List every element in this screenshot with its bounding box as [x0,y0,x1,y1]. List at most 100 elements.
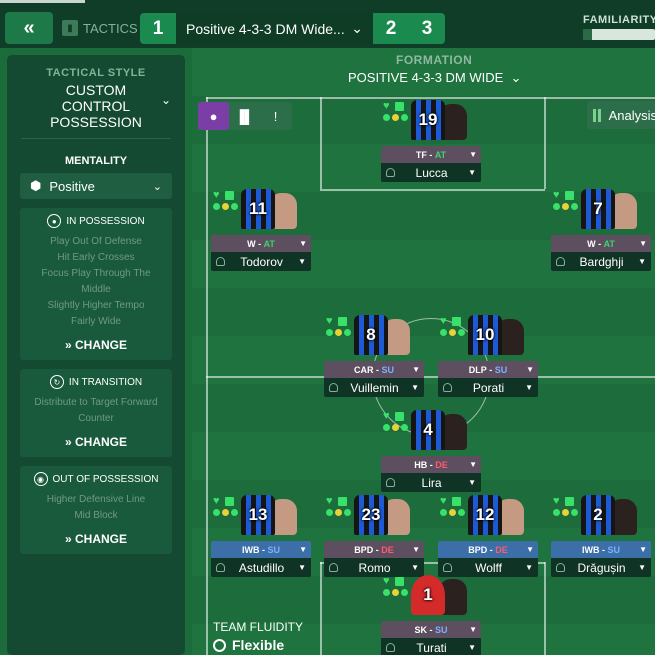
role-duty-selector[interactable]: HB - DE ▼ [381,456,481,473]
status-dot-icon [383,589,390,596]
player-card[interactable]: ♥ 19 TF - AT ▼ Lucca ▼ [381,98,481,182]
instruction-text: Hit Early Crosses [57,252,135,263]
shirt-number: 2 [581,495,615,535]
role-duty-selector[interactable]: CAR - SU ▼ [324,361,424,378]
team-fluidity[interactable]: TEAM FLUIDITY Flexible [213,620,303,653]
role-separator: - [599,544,608,555]
role-duty-selector[interactable]: DLP - SU ▼ [438,361,538,378]
role-separator: - [373,364,382,375]
player-name-selector[interactable]: Lucca ▼ [381,163,481,182]
player-name-selector[interactable]: Porati ▼ [438,378,538,397]
role-duty-selector[interactable]: TF - AT ▼ [381,146,481,163]
tactical-style-value: CUSTOM CONTROL POSSESSION [50,82,142,130]
player-name-selector[interactable]: Vuillemin ▼ [324,378,424,397]
tactic-slot-3[interactable]: 3 [409,13,445,44]
heart-icon: ♥ [326,495,333,507]
instruction-text: Focus Play Through The Middle [41,268,151,295]
chevron-down-icon: ▼ [526,545,534,554]
back-button[interactable]: « [5,12,53,44]
alerts-view-button[interactable]: ! [260,102,291,130]
player-card[interactable]: ♥ 12 BPD - DE ▼ Wolff ▼ [438,493,538,577]
in-possession-change-button[interactable]: » CHANGE [24,338,168,352]
familiarity-widget[interactable]: FAMILIARITY [583,14,655,40]
chevron-down-icon: ▼ [468,168,476,177]
role-label: CAR [353,364,374,375]
out-of-possession-change-button[interactable]: » CHANGE [24,532,168,546]
role-duty-selector[interactable]: BPD - DE ▼ [438,541,538,558]
player-card[interactable]: ♥ 2 IWB - SU ▼ Drăgușin ▼ [551,493,651,577]
player-card[interactable]: ♥ 11 W - AT ▼ Todorov ▼ [211,187,311,271]
active-tactic-dropdown[interactable]: Positive 4-3-3 DM Wide... ⌄ [176,13,373,44]
out-of-possession-box: ◉ OUT OF POSSESSION Higher Defensive Lin… [20,466,172,554]
player-card[interactable]: ♥ 1 SK - SU ▼ Turati ▼ [381,573,481,655]
player-name: Astudillo [238,560,285,575]
bar-chart-icon: ▐▌ [235,108,254,124]
player-card[interactable]: ♥ 23 BPD - DE ▼ Romo ▼ [324,493,424,577]
player-view-button[interactable]: ● [198,102,229,130]
player-card[interactable]: ♥ 4 HB - DE ▼ Lira ▼ [381,408,481,492]
player-visual: ♥ 7 [551,187,651,235]
player-name-selector[interactable]: Bardghji ▼ [551,252,651,271]
fluidity-icon [213,638,226,652]
heart-icon: ♥ [213,495,220,507]
shirt-number: 10 [468,315,502,355]
tactic-slot-2[interactable]: 2 [373,13,409,44]
player-card[interactable]: ♥ 8 CAR - SU ▼ Vuillemin ▼ [324,313,424,397]
role-duty-selector[interactable]: W - AT ▼ [551,235,651,252]
status-dot-icon [449,329,456,336]
status-dot-icon [553,203,560,210]
analysis-button[interactable]: Analysis [587,101,655,129]
top-bar: « ▮ TACTICS 1 Positive 4-3-3 DM Wide... … [0,0,655,48]
player-name-selector[interactable]: Todorov ▼ [211,252,311,271]
shirt-number: 7 [581,189,615,229]
shirt-number: 8 [354,315,388,355]
role-label: DLP [468,364,487,375]
role-duty-selector[interactable]: IWB - SU ▼ [211,541,311,558]
player-card[interactable]: ♥ 10 DLP - SU ▼ Porati ▼ [438,313,538,397]
role-duty-selector[interactable]: W - AT ▼ [211,235,311,252]
player-status-icons: ♥ [383,101,408,121]
status-dot-icon [449,509,456,516]
status-dot-icon [231,509,238,516]
player-visual: ♥ 19 [381,98,481,146]
status-dot-icon [458,329,465,336]
role-label: TF [415,149,427,160]
player-card[interactable]: ♥ 7 W - AT ▼ Bardghji ▼ [551,187,651,271]
status-dot-icon [222,203,229,210]
tactics-breadcrumb[interactable]: ▮ TACTICS [62,20,138,36]
stats-view-button[interactable]: ▐▌ [229,102,260,130]
player-name-selector[interactable]: Drăgușin ▼ [551,558,651,577]
in-transition-change-button[interactable]: » CHANGE [24,435,168,449]
chevron-down-icon: ▼ [469,625,477,634]
role-duty-selector[interactable]: SK - SU ▼ [381,621,481,638]
player-name-selector[interactable]: Lira ▼ [381,473,481,492]
player-visual: ♥ 12 [438,493,538,541]
role-duty-selector[interactable]: BPD - DE ▼ [324,541,424,558]
tactic-slot-1[interactable]: 1 [140,13,176,44]
role-duty-selector[interactable]: IWB - SU ▼ [551,541,651,558]
player-name: Turati [416,640,447,655]
player-name-selector[interactable]: Astudillo ▼ [211,558,311,577]
fitness-icon [225,191,234,200]
status-dot-icon [571,509,578,516]
ball-icon: ● [47,214,62,228]
chevron-down-icon: ⌄ [506,70,522,85]
player-card[interactable]: ♥ 13 IWB - SU ▼ Astudillo ▼ [211,493,311,577]
role-separator: - [486,364,495,375]
duty-label: DE [435,459,448,470]
penalty-box-bottom [320,189,545,191]
heart-icon: ♥ [213,189,220,201]
role-label: BPD [468,544,488,555]
penalty-box-right [544,97,546,189]
person-icon [443,383,452,392]
chevron-down-icon: ▼ [638,563,646,572]
mentality-icon: ⬢ [30,178,42,193]
change-label: CHANGE [75,532,128,546]
player-name-selector[interactable]: Turati ▼ [381,638,481,655]
fitness-icon [395,577,404,586]
tactical-style-selector[interactable]: TACTICAL STYLE CUSTOM CONTROL POSSESSION… [7,55,185,130]
grid-icon [593,108,603,122]
chevron-down-icon: ▼ [411,383,419,392]
formation-dropdown[interactable]: POSITIVE 4-3-3 DM WIDE ⌄ [348,70,521,86]
mentality-dropdown[interactable]: ⬢ Positive ⌄ [20,173,172,199]
